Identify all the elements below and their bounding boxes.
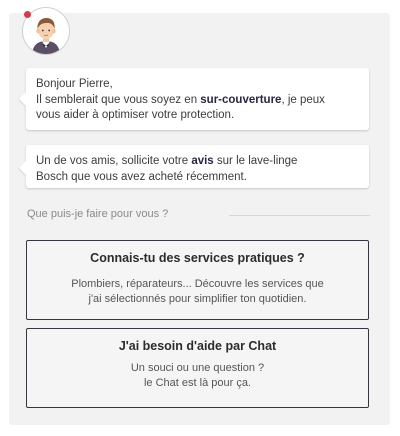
message-line: Un de vos amis, sollicite votre avis sur…: [36, 155, 298, 167]
notification-dot: [24, 11, 31, 18]
message-bubble-coverage: Bonjour Pierre, Il semblerait que vous s…: [26, 68, 369, 130]
card-title: Connais-tu des services pratiques ?: [90, 251, 305, 265]
card-description: Plombiers, réparateurs... Découvre les s…: [71, 278, 324, 305]
divider: [229, 215, 370, 216]
message-line: Bonjour Pierre,: [36, 78, 113, 90]
chat-help-card-button[interactable]: J'ai besoin d'aide par Chat Un souci ou …: [26, 328, 369, 408]
assistant-avatar[interactable]: [22, 7, 70, 55]
message-bubble-review[interactable]: Un de vos amis, sollicite votre avis sur…: [26, 145, 369, 188]
card-description: Un souci ou une question ? le Chat est l…: [130, 362, 265, 389]
services-card-button[interactable]: Connais-tu des services pratiques ? Plom…: [26, 240, 369, 320]
prompt-label: Que puis-je faire pour vous ?: [27, 208, 169, 220]
card-title: J'ai besoin d'aide par Chat: [118, 339, 277, 353]
message-highlight: avis: [191, 155, 214, 167]
message-line: Bosch que vous avez acheté récemment.: [36, 170, 247, 183]
message-line: vous aider à optimiser votre protection.: [36, 109, 235, 121]
message-highlight: sur-couverture: [200, 93, 282, 106]
message-line: Il semblerait que vous soyez en sur-couv…: [36, 93, 325, 106]
